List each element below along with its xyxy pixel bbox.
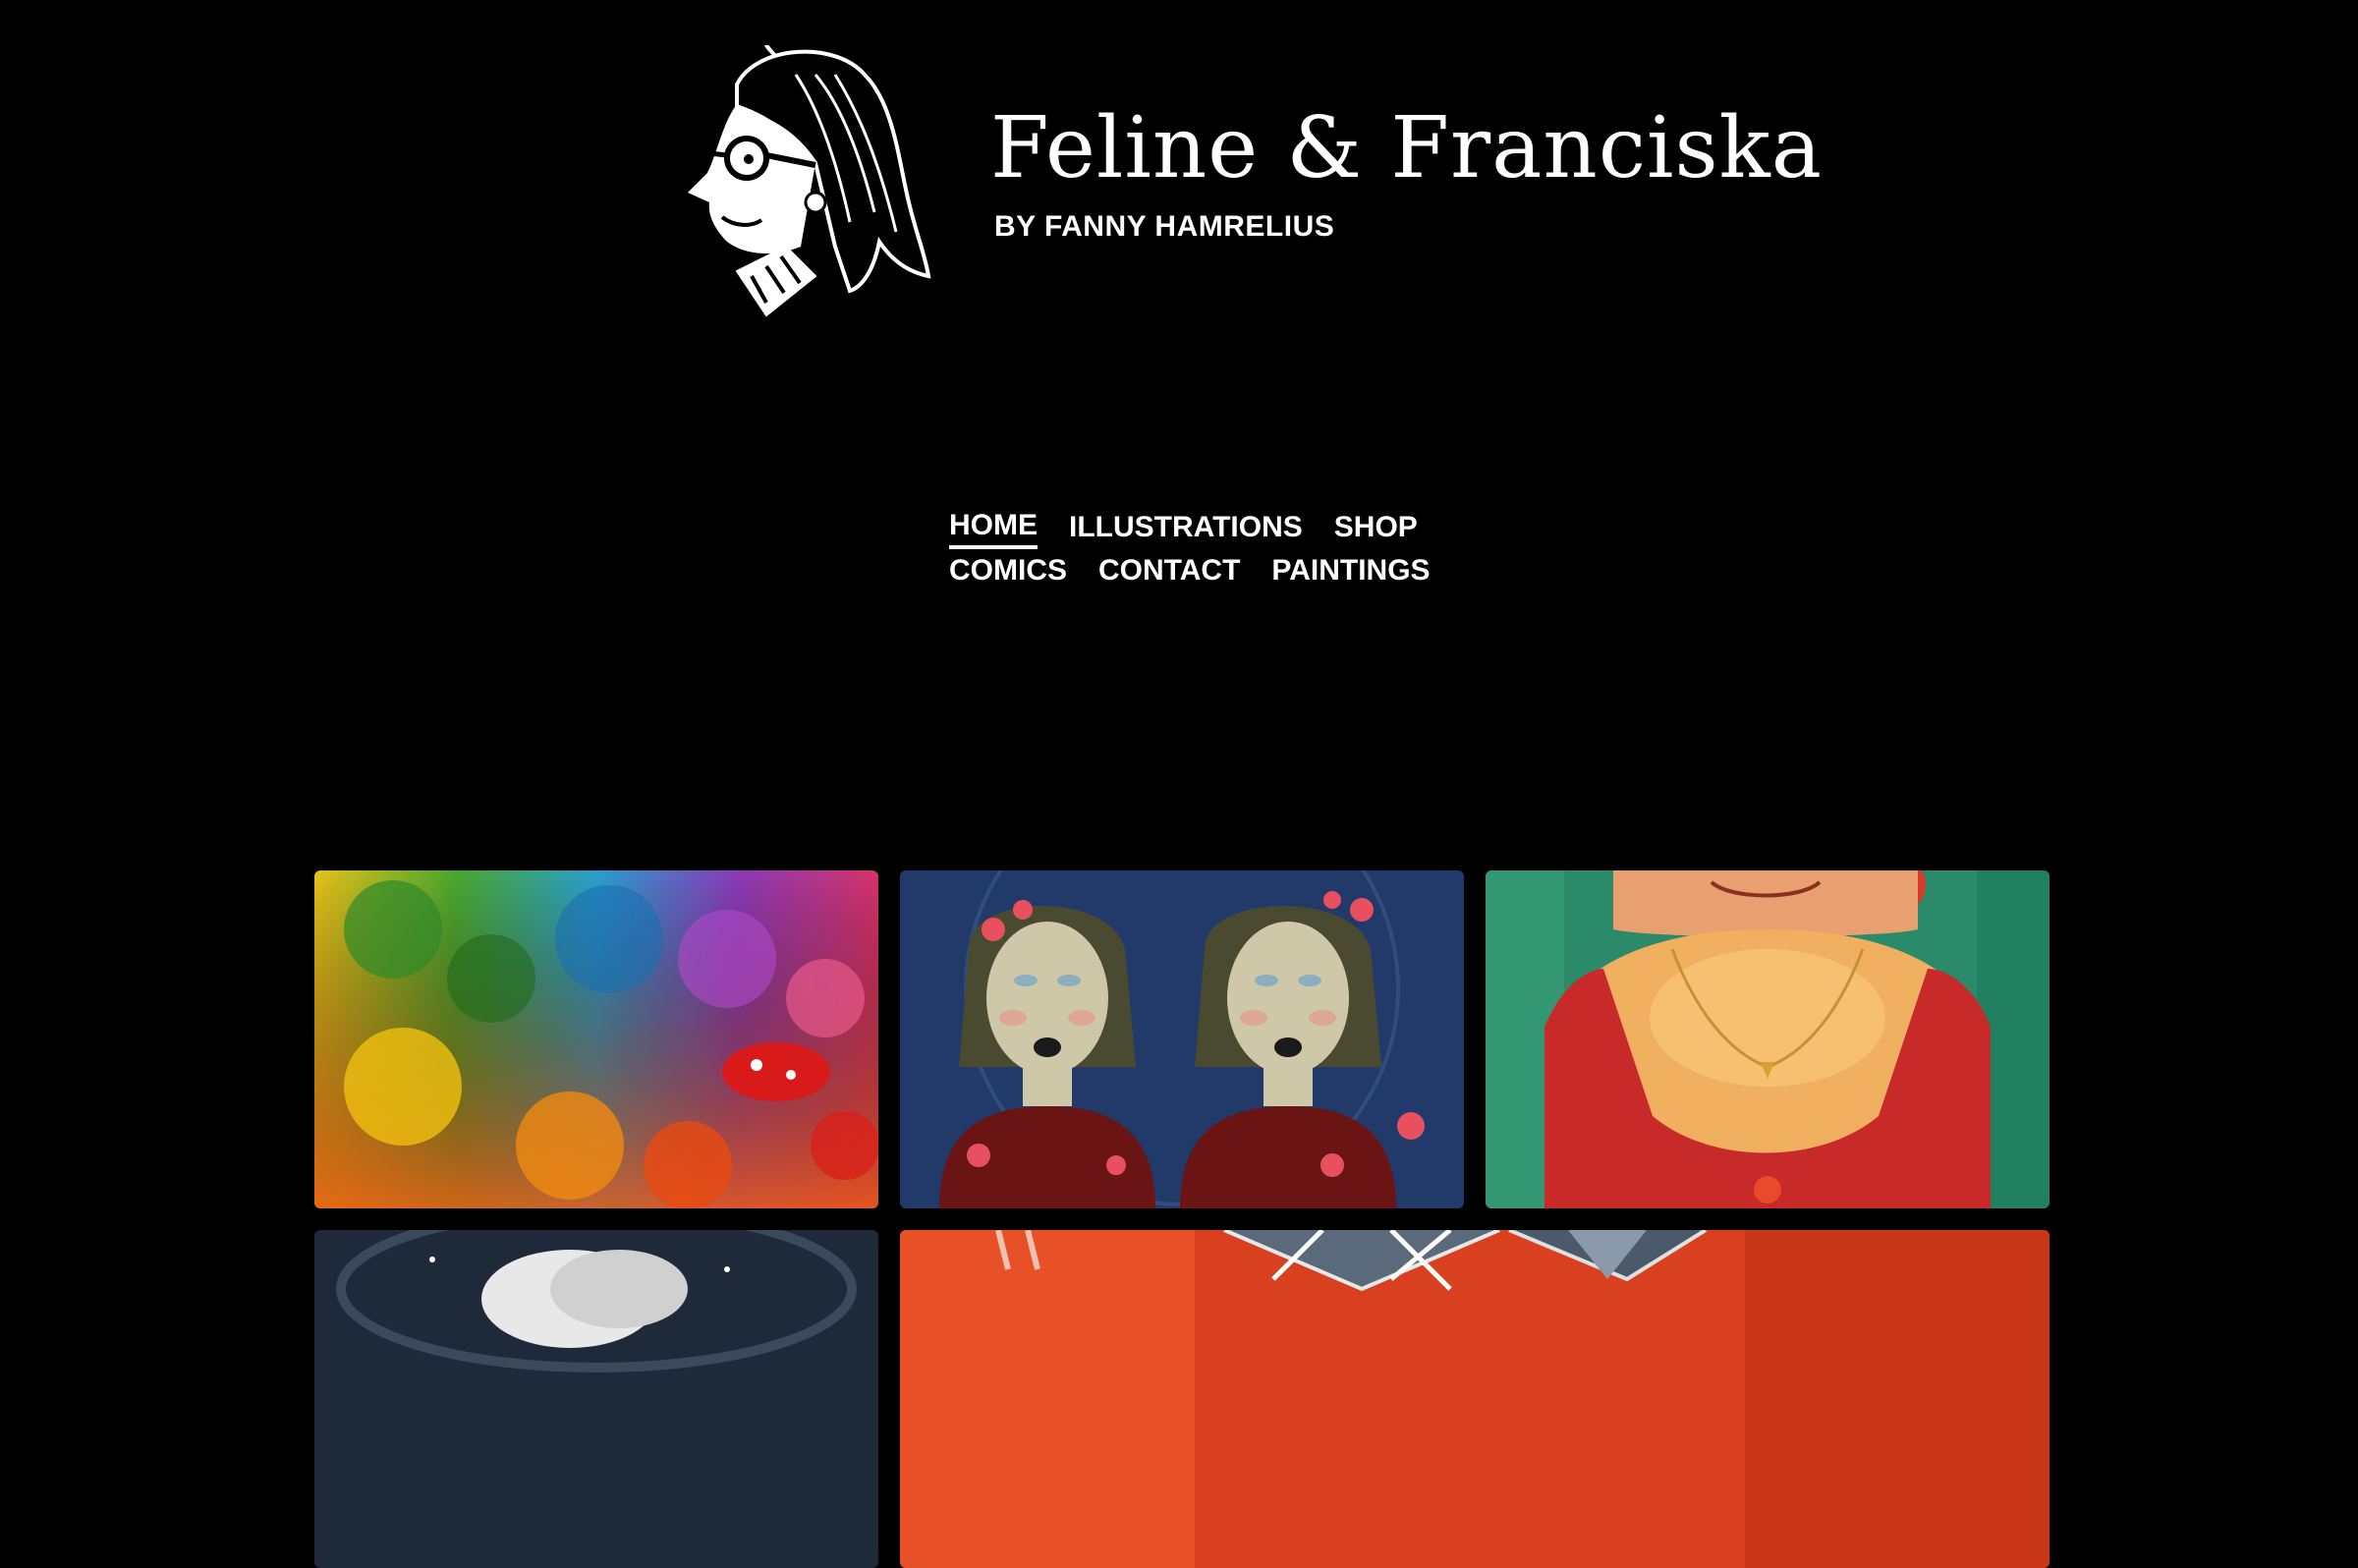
- nav-row-1: HOME ILLUSTRATIONS SHOP: [949, 507, 1440, 550]
- nav-item-comics[interactable]: COMICS: [949, 554, 1067, 590]
- nav-row-2: COMICS CONTACT PAINTINGS: [949, 550, 1440, 593]
- nav-item-illustrations[interactable]: ILLUSTRATIONS: [1069, 511, 1303, 547]
- nav-item-shop[interactable]: SHOP: [1334, 511, 1418, 547]
- artwork-image: [1486, 870, 2049, 1208]
- site-subtitle: BY FANNY HAMRELIUS: [994, 210, 1335, 243]
- artwork-image: [314, 870, 878, 1208]
- gallery-tile-red-wings[interactable]: [900, 1230, 2049, 1568]
- nav-item-home[interactable]: HOME: [949, 509, 1038, 549]
- nav-item-contact[interactable]: CONTACT: [1098, 554, 1240, 590]
- gallery-tile-rainbow-creatures[interactable]: [314, 870, 878, 1208]
- artwork-image: [314, 1230, 878, 1568]
- main-navigation: HOME ILLUSTRATIONS SHOP COMICS CONTACT P…: [949, 507, 1440, 593]
- site-header: Feline & Franciska BY FANNY HAMRELIUS: [0, 0, 2358, 354]
- gallery-tile-dark-blue[interactable]: [314, 1230, 878, 1568]
- site-title[interactable]: Feline & Franciska: [990, 106, 1823, 191]
- nav-item-paintings[interactable]: PAINTINGS: [1271, 554, 1430, 590]
- gallery-tile-woman-red-dress[interactable]: [1486, 870, 2049, 1208]
- artwork-image: [900, 870, 1464, 1208]
- gallery-tile-twin-girls[interactable]: [900, 870, 1464, 1208]
- artwork-image: [900, 1230, 2049, 1568]
- logo-portrait-icon[interactable]: [668, 45, 943, 340]
